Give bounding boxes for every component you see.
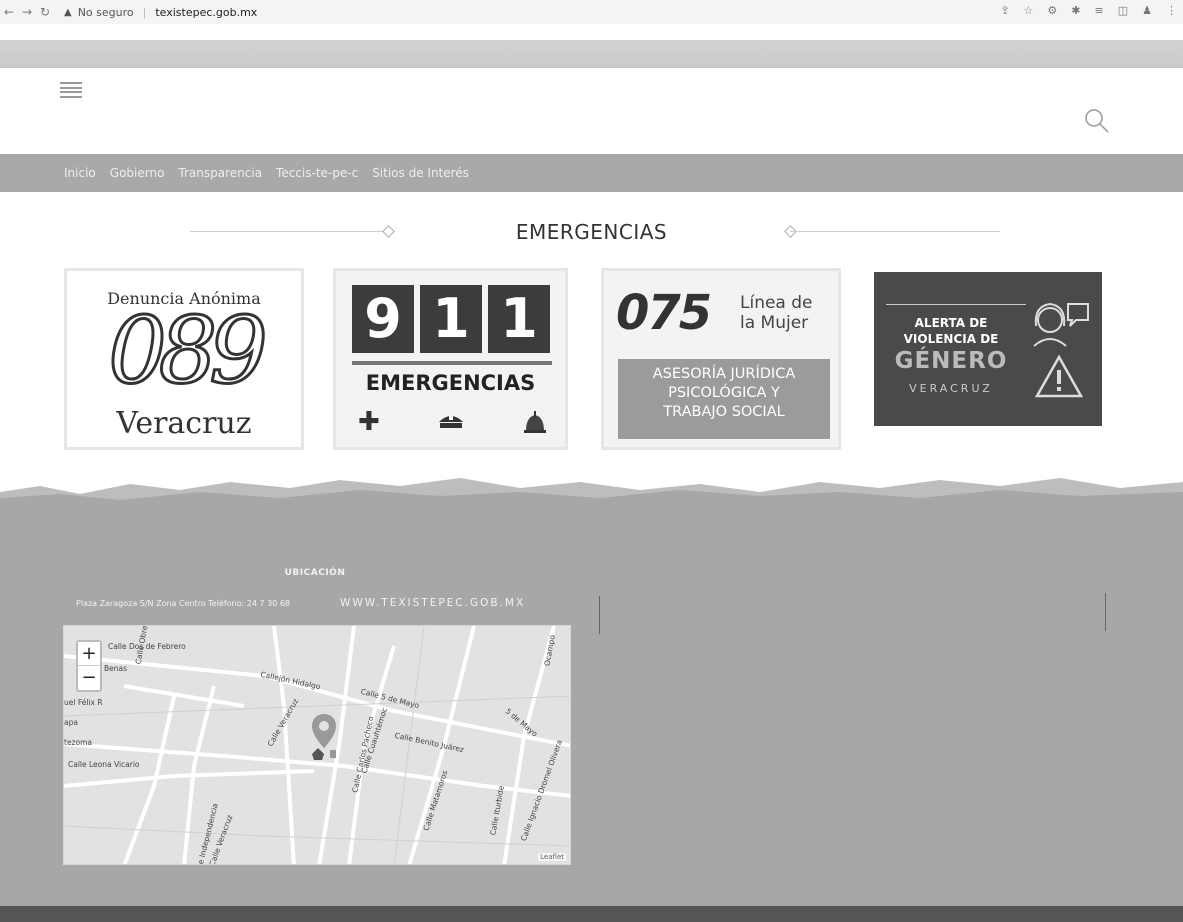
- street-label: Calle Leona Vicario: [68, 760, 140, 769]
- location-title: UBICACIÓN: [284, 568, 346, 578]
- nav-item-gobierno[interactable]: Gobierno: [110, 166, 165, 180]
- card-911-emergencias[interactable]: 9 1 1 EMERGENCIAS ✚: [333, 268, 568, 450]
- section-title: EMERGENCIAS: [515, 220, 668, 244]
- url-separator: |: [142, 5, 147, 19]
- menu-dots-icon[interactable]: ⋮: [1166, 4, 1177, 17]
- map-zoom-controls: + −: [76, 640, 102, 692]
- nav-item-sitios[interactable]: Sitios de Interés: [372, 166, 469, 180]
- nav-item-inicio[interactable]: Inicio: [64, 166, 96, 180]
- header-strip: [0, 40, 1183, 68]
- digit-1b: 1: [488, 285, 550, 353]
- card-075-box-line3: TRABAJO SOCIAL: [663, 403, 785, 420]
- nav-item-teccis[interactable]: Teccis-te-pe-c: [276, 166, 358, 180]
- back-arrow-icon[interactable]: ←: [0, 5, 18, 19]
- map-zoom-out-button[interactable]: −: [78, 666, 100, 690]
- search-icon[interactable]: [1082, 106, 1112, 136]
- address-bar[interactable]: ▲ No seguro | texistepec.gob.mx: [64, 6, 257, 19]
- card-911-divider: [352, 361, 552, 365]
- forward-arrow-icon[interactable]: →: [18, 5, 36, 19]
- card-denuncia-089[interactable]: Denuncia Anónima 089 Veracruz: [64, 268, 304, 450]
- card-075-services-box: ASESORÍA JURÍDICA PSICOLÓGICA Y TRABAJO …: [618, 359, 830, 439]
- card-089-number: 089: [107, 297, 270, 404]
- digit-9: 9: [352, 285, 414, 353]
- bookmark-star-icon[interactable]: ☆: [1024, 4, 1034, 17]
- browser-toolbar: ← → ↻ ▲ No seguro | texistepec.gob.mx ⇪ …: [0, 0, 1183, 24]
- card-911-digits: 9 1 1: [352, 285, 552, 355]
- alerta-line3: GÉNERO: [894, 348, 1008, 374]
- site-footer: UBICACIÓN Plaza Zaragoza S/N Zona Centro…: [0, 504, 1183, 906]
- site-header: [0, 68, 1183, 154]
- hamburger-menu-icon[interactable]: [60, 82, 82, 98]
- emergency-cards: Denuncia Anónima 089 Veracruz 9 1 1 EMER…: [0, 268, 1183, 450]
- profile-icon[interactable]: ♟: [1142, 4, 1152, 17]
- alerta-line4: VERACRUZ: [909, 382, 993, 395]
- woman-speech-icon: [1033, 302, 1089, 347]
- alerta-banner: ALERTA DE VIOLENCIA DE GÉNERO VERACRUZ: [874, 272, 1102, 426]
- warning-triangle-icon: [1034, 354, 1084, 398]
- browser-action-icons: ⇪ ☆ ⚙ ✱ ≡ ◫ ♟ ⋮: [1000, 4, 1177, 17]
- card-911-icons: ✚: [358, 407, 548, 437]
- card-075-box-line1: ASESORÍA JURÍDICA: [652, 366, 796, 382]
- card-075-side-text: Línea de la Mujer: [740, 293, 813, 334]
- heading-divider-right: [790, 231, 1000, 232]
- location-address: Plaza Zaragoza S/N Zona Centro Teléfono:…: [76, 599, 291, 608]
- card-075-side-line2: la Mujer: [740, 313, 809, 334]
- reload-icon[interactable]: ↻: [36, 5, 54, 19]
- sidebar-icon[interactable]: ◫: [1118, 4, 1128, 17]
- card-075-number: 075: [616, 285, 712, 341]
- extension-icon[interactable]: ⚙: [1047, 4, 1057, 17]
- card-075-side-line1: Línea de: [740, 293, 813, 313]
- digit-1: 1: [420, 285, 482, 353]
- location-map[interactable]: + − Calle Dos de Febrero Callejón Hidalg…: [63, 625, 571, 865]
- street-label: tezoma: [64, 738, 92, 747]
- map-zoom-in-button[interactable]: +: [78, 642, 100, 666]
- alerta-top-line: [886, 304, 1026, 305]
- card-075-box-line2: PSICOLÓGICA Y: [668, 384, 780, 401]
- main-navigation: Inicio Gobierno Transparencia Teccis-te-…: [0, 154, 1183, 192]
- street-label: uel Félix R: [64, 698, 103, 707]
- alerta-line1: ALERTA DE: [914, 316, 988, 330]
- security-label: No seguro: [77, 5, 134, 19]
- street-label: Benas: [104, 664, 128, 673]
- police-cap-icon: [438, 416, 463, 428]
- puzzle-icon[interactable]: ✱: [1071, 4, 1080, 17]
- nav-item-transparencia[interactable]: Transparencia: [178, 166, 262, 180]
- reading-list-icon[interactable]: ≡: [1095, 4, 1104, 17]
- footer-divider-b: [1105, 593, 1106, 631]
- warning-icon: ▲: [64, 6, 72, 18]
- card-089-bottom-text: Veracruz: [116, 406, 252, 441]
- emergencias-heading: EMERGENCIAS: [0, 214, 1183, 250]
- card-075-linea-mujer[interactable]: 075 Línea de la Mujer ASESORÍA JURÍDICA …: [601, 268, 841, 450]
- bottom-bar: [0, 906, 1183, 922]
- fire-helmet-icon: [523, 411, 546, 433]
- card-alerta-genero[interactable]: ALERTA DE VIOLENCIA DE GÉNERO VERACRUZ: [870, 268, 1106, 450]
- street-label: apa: [64, 718, 78, 727]
- url-text[interactable]: texistepec.gob.mx: [155, 6, 257, 19]
- card-911-label: EMERGENCIAS: [365, 371, 536, 395]
- medical-cross-icon: ✚: [358, 407, 380, 437]
- share-icon[interactable]: ⇪: [1000, 4, 1009, 17]
- footer-divider-a: [599, 596, 600, 634]
- alerta-line2: VIOLENCIA DE: [903, 332, 999, 346]
- map-attribution[interactable]: Leaflet: [538, 853, 566, 861]
- street-label: Calle Dos de Febrero: [108, 642, 186, 651]
- website-link[interactable]: WWW.TEXISTEPEC.GOB.MX: [340, 597, 525, 609]
